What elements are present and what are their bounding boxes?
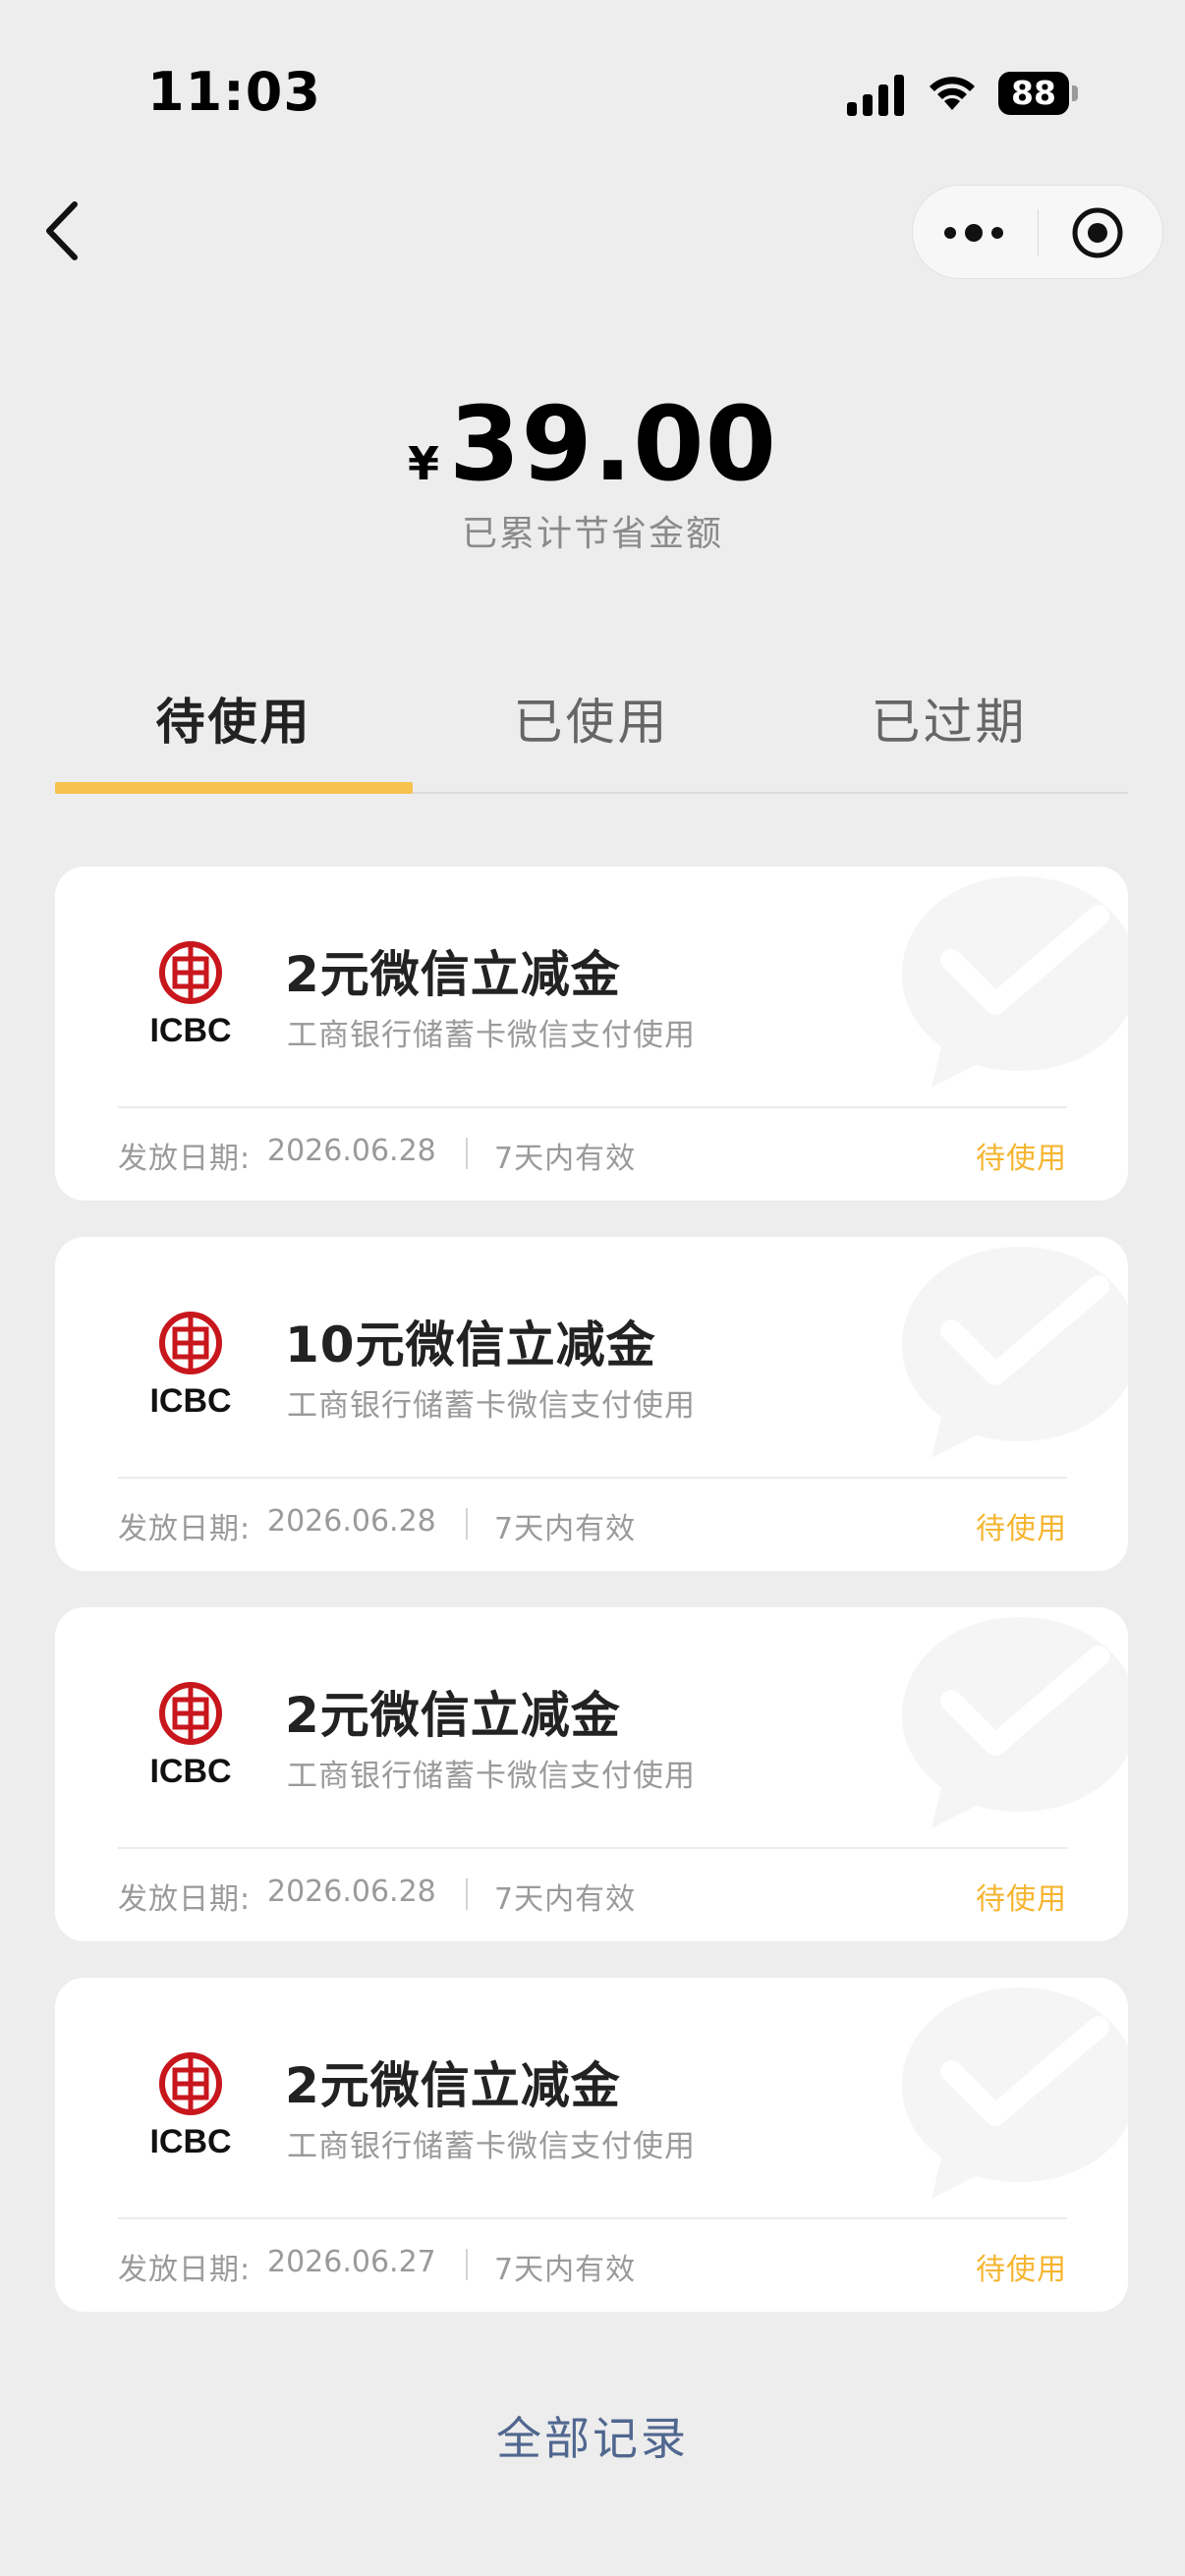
active-tab-indicator (55, 782, 413, 794)
issue-date: 2026.06.27 (267, 2245, 436, 2279)
coupon-card[interactable]: ICBC 2元微信立减金 工商银行储蓄卡微信支付使用 发放日期: 2026.06… (55, 1978, 1128, 2312)
bank-name: ICBC (149, 1753, 231, 1788)
card-divider (118, 1477, 1067, 1479)
icbc-logo-icon: ICBC (149, 1312, 232, 1418)
battery-level: 88 (998, 72, 1069, 115)
coupon-card[interactable]: ICBC 2元微信立减金 工商银行储蓄卡微信支付使用 发放日期: 2026.06… (55, 867, 1128, 1201)
coupon-title: 2元微信立减金 (285, 946, 621, 1003)
savings-amount: 39.00 (449, 384, 777, 504)
cellular-signal-icon (847, 75, 904, 116)
issue-date: 2026.06.28 (267, 1875, 436, 1909)
wechat-pay-watermark-icon (902, 1988, 1128, 2199)
more-dots-icon[interactable] (936, 209, 1015, 256)
capsule-divider (1038, 209, 1039, 256)
icbc-logo-icon: ICBC (149, 1682, 232, 1788)
card-divider (118, 1847, 1067, 1849)
footer-separator (466, 2249, 468, 2280)
coupon-subtitle: 工商银行储蓄卡微信支付使用 (287, 1759, 696, 1794)
coupon-footer: 发放日期: 2026.06.28 7天内有效 待使用 (118, 1875, 1067, 1920)
back-chevron-icon[interactable] (35, 193, 94, 269)
coupon-subtitle: 工商银行储蓄卡微信支付使用 (287, 1388, 696, 1424)
coupon-title: 10元微信立减金 (285, 1316, 656, 1373)
issue-date: 2026.06.28 (267, 1134, 436, 1168)
coupon-tabs: 待使用 已使用 已过期 (55, 678, 1128, 794)
close-target-icon[interactable] (1070, 205, 1125, 260)
tab-expired[interactable]: 已过期 (770, 678, 1128, 792)
coupon-footer: 发放日期: 2026.06.28 7天内有效 待使用 (118, 1504, 1067, 1549)
currency-symbol: ¥ (408, 437, 440, 490)
issue-date-label: 发放日期: (118, 2253, 252, 2287)
all-records-link[interactable]: 全部记录 (0, 2403, 1185, 2468)
validity-period: 7天内有效 (494, 1512, 637, 1546)
bank-name: ICBC (149, 2123, 231, 2158)
coupon-title: 2元微信立减金 (285, 2057, 621, 2114)
battery-cap (1072, 85, 1078, 101)
coupon-subtitle: 工商银行储蓄卡微信支付使用 (287, 1018, 696, 1053)
savings-amount-row: ¥ 39.00 (0, 383, 1185, 505)
issue-date: 2026.06.28 (267, 1504, 436, 1539)
wifi-icon (930, 77, 975, 110)
tab-label: 已过期 (871, 694, 1028, 751)
footer-separator (466, 1878, 468, 1910)
card-divider (118, 1106, 1067, 1108)
footer-separator (466, 1508, 468, 1540)
coupon-status: 待使用 (976, 1882, 1067, 1917)
coupon-footer: 发放日期: 2026.06.28 7天内有效 待使用 (118, 1134, 1067, 1179)
status-bar: 11:03 88 (0, 0, 1185, 187)
tab-used[interactable]: 已使用 (413, 678, 770, 792)
mini-program-capsule (912, 185, 1163, 279)
validity-period: 7天内有效 (494, 1142, 637, 1176)
coupon-status: 待使用 (976, 1512, 1067, 1546)
savings-summary: ¥ 39.00 已累计节省金额 (0, 383, 1185, 556)
coupon-card[interactable]: ICBC 2元微信立减金 工商银行储蓄卡微信支付使用 发放日期: 2026.06… (55, 1607, 1128, 1941)
issue-date-label: 发放日期: (118, 1882, 252, 1917)
wechat-pay-watermark-icon (902, 876, 1128, 1088)
icbc-logo-icon: ICBC (149, 2052, 232, 2158)
validity-period: 7天内有效 (494, 2253, 637, 2287)
card-divider (118, 2217, 1067, 2219)
battery-icon: 88 (998, 72, 1079, 115)
tab-label: 待使用 (155, 694, 312, 751)
coupon-footer: 发放日期: 2026.06.27 7天内有效 待使用 (118, 2245, 1067, 2290)
issue-date-label: 发放日期: (118, 1512, 252, 1546)
coupon-status: 待使用 (976, 2253, 1067, 2287)
footer-separator (466, 1138, 468, 1169)
coupon-subtitle: 工商银行储蓄卡微信支付使用 (287, 2129, 696, 2164)
status-time: 11:03 (147, 61, 321, 123)
savings-label: 已累计节省金额 (461, 514, 723, 554)
coupon-status: 待使用 (976, 1142, 1067, 1176)
issue-date-label: 发放日期: (118, 1142, 252, 1176)
icbc-logo-icon: ICBC (149, 941, 232, 1047)
validity-period: 7天内有效 (494, 1882, 637, 1917)
bank-name: ICBC (149, 1382, 231, 1418)
wechat-pay-watermark-icon (902, 1247, 1128, 1458)
tab-label: 已使用 (513, 694, 670, 751)
tab-pending[interactable]: 待使用 (55, 678, 413, 794)
coupon-card[interactable]: ICBC 10元微信立减金 工商银行储蓄卡微信支付使用 发放日期: 2026.0… (55, 1237, 1128, 1571)
coupon-list: ICBC 2元微信立减金 工商银行储蓄卡微信支付使用 发放日期: 2026.06… (55, 867, 1128, 2348)
bank-name: ICBC (149, 1012, 231, 1047)
wechat-pay-watermark-icon (902, 1617, 1128, 1828)
coupon-title: 2元微信立减金 (285, 1687, 621, 1744)
